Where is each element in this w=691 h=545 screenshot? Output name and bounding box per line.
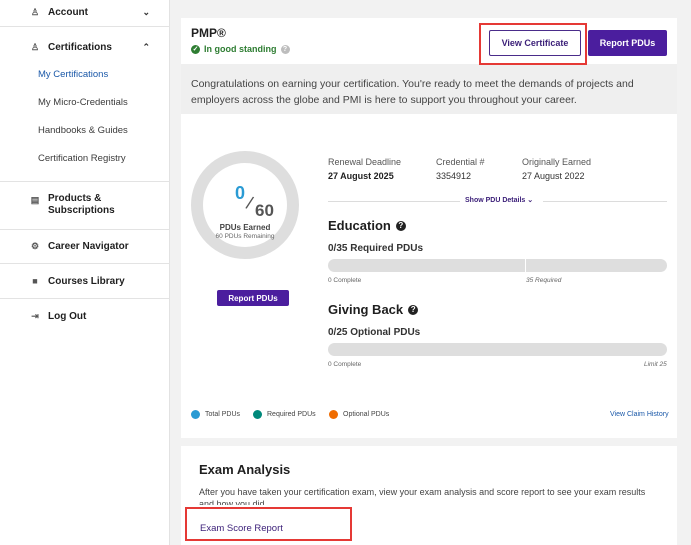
bookmark-icon: ■ <box>32 276 38 286</box>
exam-analysis-description-cont: and how you did. <box>199 499 268 505</box>
grid-icon: ▤ <box>30 195 40 205</box>
sidebar-subitem-handbooks[interactable]: Handbooks & Guides <box>38 125 128 136</box>
credential-label: Credential # <box>436 157 485 167</box>
sidebar-item-account[interactable]: ♙ Account ⌄ <box>0 5 170 19</box>
legend-label: Optional PDUs <box>343 411 390 418</box>
legend-label: Total PDUs <box>205 411 241 418</box>
show-pdu-details-toggle[interactable]: Show PDU Details ⌄ <box>465 196 533 204</box>
education-required-caption: 35 Required <box>526 277 562 284</box>
sidebar-item-label: Career Navigator <box>48 240 129 252</box>
ribbon-icon: ♙ <box>30 41 40 52</box>
compass-icon: ⚙ <box>30 240 40 251</box>
exam-analysis-title: Exam Analysis <box>199 462 291 477</box>
education-required-pdus: 0/35 Required PDUs <box>328 243 424 254</box>
renewal-deadline-label: Renewal Deadline <box>328 157 402 167</box>
pdu-details-divider <box>543 201 667 202</box>
sidebar-subitem-my-certifications[interactable]: My Certifications <box>38 69 108 80</box>
exam-score-report-link[interactable]: Exam Score Report <box>200 523 283 534</box>
sidebar-item-courses-library[interactable]: ■ Courses Library <box>0 274 170 288</box>
education-complete-caption: 0 Complete <box>328 277 362 284</box>
check-circle-icon: ✓ <box>191 44 200 54</box>
exam-analysis-card: Exam Analysis After you have taken your … <box>181 446 677 545</box>
sidebar-item-logout[interactable]: ⇥ Log Out <box>0 309 170 323</box>
pdu-earned-label: PDUs Earned <box>219 223 271 232</box>
pdu-total-count: 60 <box>255 201 274 220</box>
standing-status: ✓ In good standing ? <box>191 44 290 54</box>
education-progress-bar <box>328 259 667 272</box>
giving-back-progress-bar <box>328 343 667 356</box>
legend-swatch <box>191 410 200 419</box>
report-pdus-button[interactable]: Report PDUs <box>588 30 667 56</box>
sidebar-item-certifications[interactable]: ♙ Certifications ⌃ <box>0 40 170 54</box>
help-icon[interactable]: ? <box>280 44 290 54</box>
logout-icon: ⇥ <box>31 310 39 321</box>
products-label-line1: Products & <box>48 193 102 204</box>
giving-back-complete-caption: 0 Complete <box>328 361 362 368</box>
chevron-down-icon: ⌄ <box>142 6 150 17</box>
pdu-progress-ring: 0 / 60 PDUs Earned 60 PDUs Remaining <box>191 151 299 259</box>
certification-card: PMP® ✓ In good standing ? View Certifica… <box>181 18 677 438</box>
legend-label: Required PDUs <box>267 411 316 418</box>
help-icon[interactable]: ? <box>408 304 419 315</box>
products-label-line2: Subscriptions <box>48 205 115 216</box>
sidebar-item-career-navigator[interactable]: ⚙ Career Navigator <box>0 239 170 253</box>
education-title-text: Education <box>328 218 391 233</box>
legend-total-pdus: Total PDUs <box>191 410 240 419</box>
sidebar-item-label: Account <box>48 6 88 18</box>
pdu-details-divider <box>328 201 460 202</box>
giving-back-optional-pdus: 0/25 Optional PDUs <box>328 327 421 338</box>
giving-back-title-text: Giving Back <box>328 302 404 317</box>
sidebar-divider <box>0 263 170 264</box>
sidebar-divider <box>0 26 170 27</box>
certification-header: PMP® ✓ In good standing ? View Certifica… <box>181 18 677 64</box>
originally-earned-value: 27 August 2022 <box>522 171 585 181</box>
education-section-title: Education ? <box>328 218 406 233</box>
chevron-up-icon: ⌃ <box>142 41 150 52</box>
sidebar-subitem-registry[interactable]: Certification Registry <box>38 153 126 164</box>
pdu-remaining-label: 60 PDUs Remaining <box>215 233 275 240</box>
sidebar: ♙ Account ⌄ ♙ Certifications ⌃ My Certif… <box>0 0 170 545</box>
legend-required-pdus: Required PDUs <box>253 410 316 419</box>
user-icon: ♙ <box>30 6 40 17</box>
education-required-marker <box>525 259 526 272</box>
credential-value: 3354912 <box>436 171 472 181</box>
legend-swatch <box>329 410 338 419</box>
legend-optional-pdus: Optional PDUs <box>329 410 389 419</box>
sidebar-item-label: Certifications <box>48 41 112 53</box>
sidebar-divider <box>0 298 170 299</box>
view-certificate-button[interactable]: View Certificate <box>489 30 581 56</box>
sidebar-item-label: Log Out <box>48 310 87 322</box>
sidebar-item-label: Courses Library <box>48 275 125 287</box>
giving-back-section-title: Giving Back ? <box>328 302 419 317</box>
pdu-earned-count: 0 <box>235 183 246 203</box>
originally-earned-label: Originally Earned <box>522 157 592 167</box>
giving-back-limit-caption: Limit 25 <box>644 361 667 368</box>
ring-slash: / <box>244 192 256 214</box>
sidebar-divider <box>0 229 170 230</box>
sidebar-item-products[interactable]: ▤ Products & Subscriptions <box>0 193 170 219</box>
exam-analysis-description: After you have taken your certification … <box>199 487 646 497</box>
report-pdus-small-button[interactable]: Report PDUs <box>217 290 289 306</box>
standing-label: In good standing <box>204 44 277 54</box>
view-claim-history-link[interactable]: View Claim History <box>610 411 669 418</box>
sidebar-divider <box>0 181 170 182</box>
sidebar-subitem-micro-credentials[interactable]: My Micro-Credentials <box>38 97 128 108</box>
renewal-deadline-value: 27 August 2025 <box>328 171 394 181</box>
certification-title: PMP® <box>191 26 226 40</box>
help-icon[interactable]: ? <box>395 220 406 231</box>
sidebar-item-label: Products & Subscriptions <box>48 193 115 217</box>
congrats-message: Congratulations on earning your certific… <box>181 64 677 114</box>
legend-swatch <box>253 410 262 419</box>
